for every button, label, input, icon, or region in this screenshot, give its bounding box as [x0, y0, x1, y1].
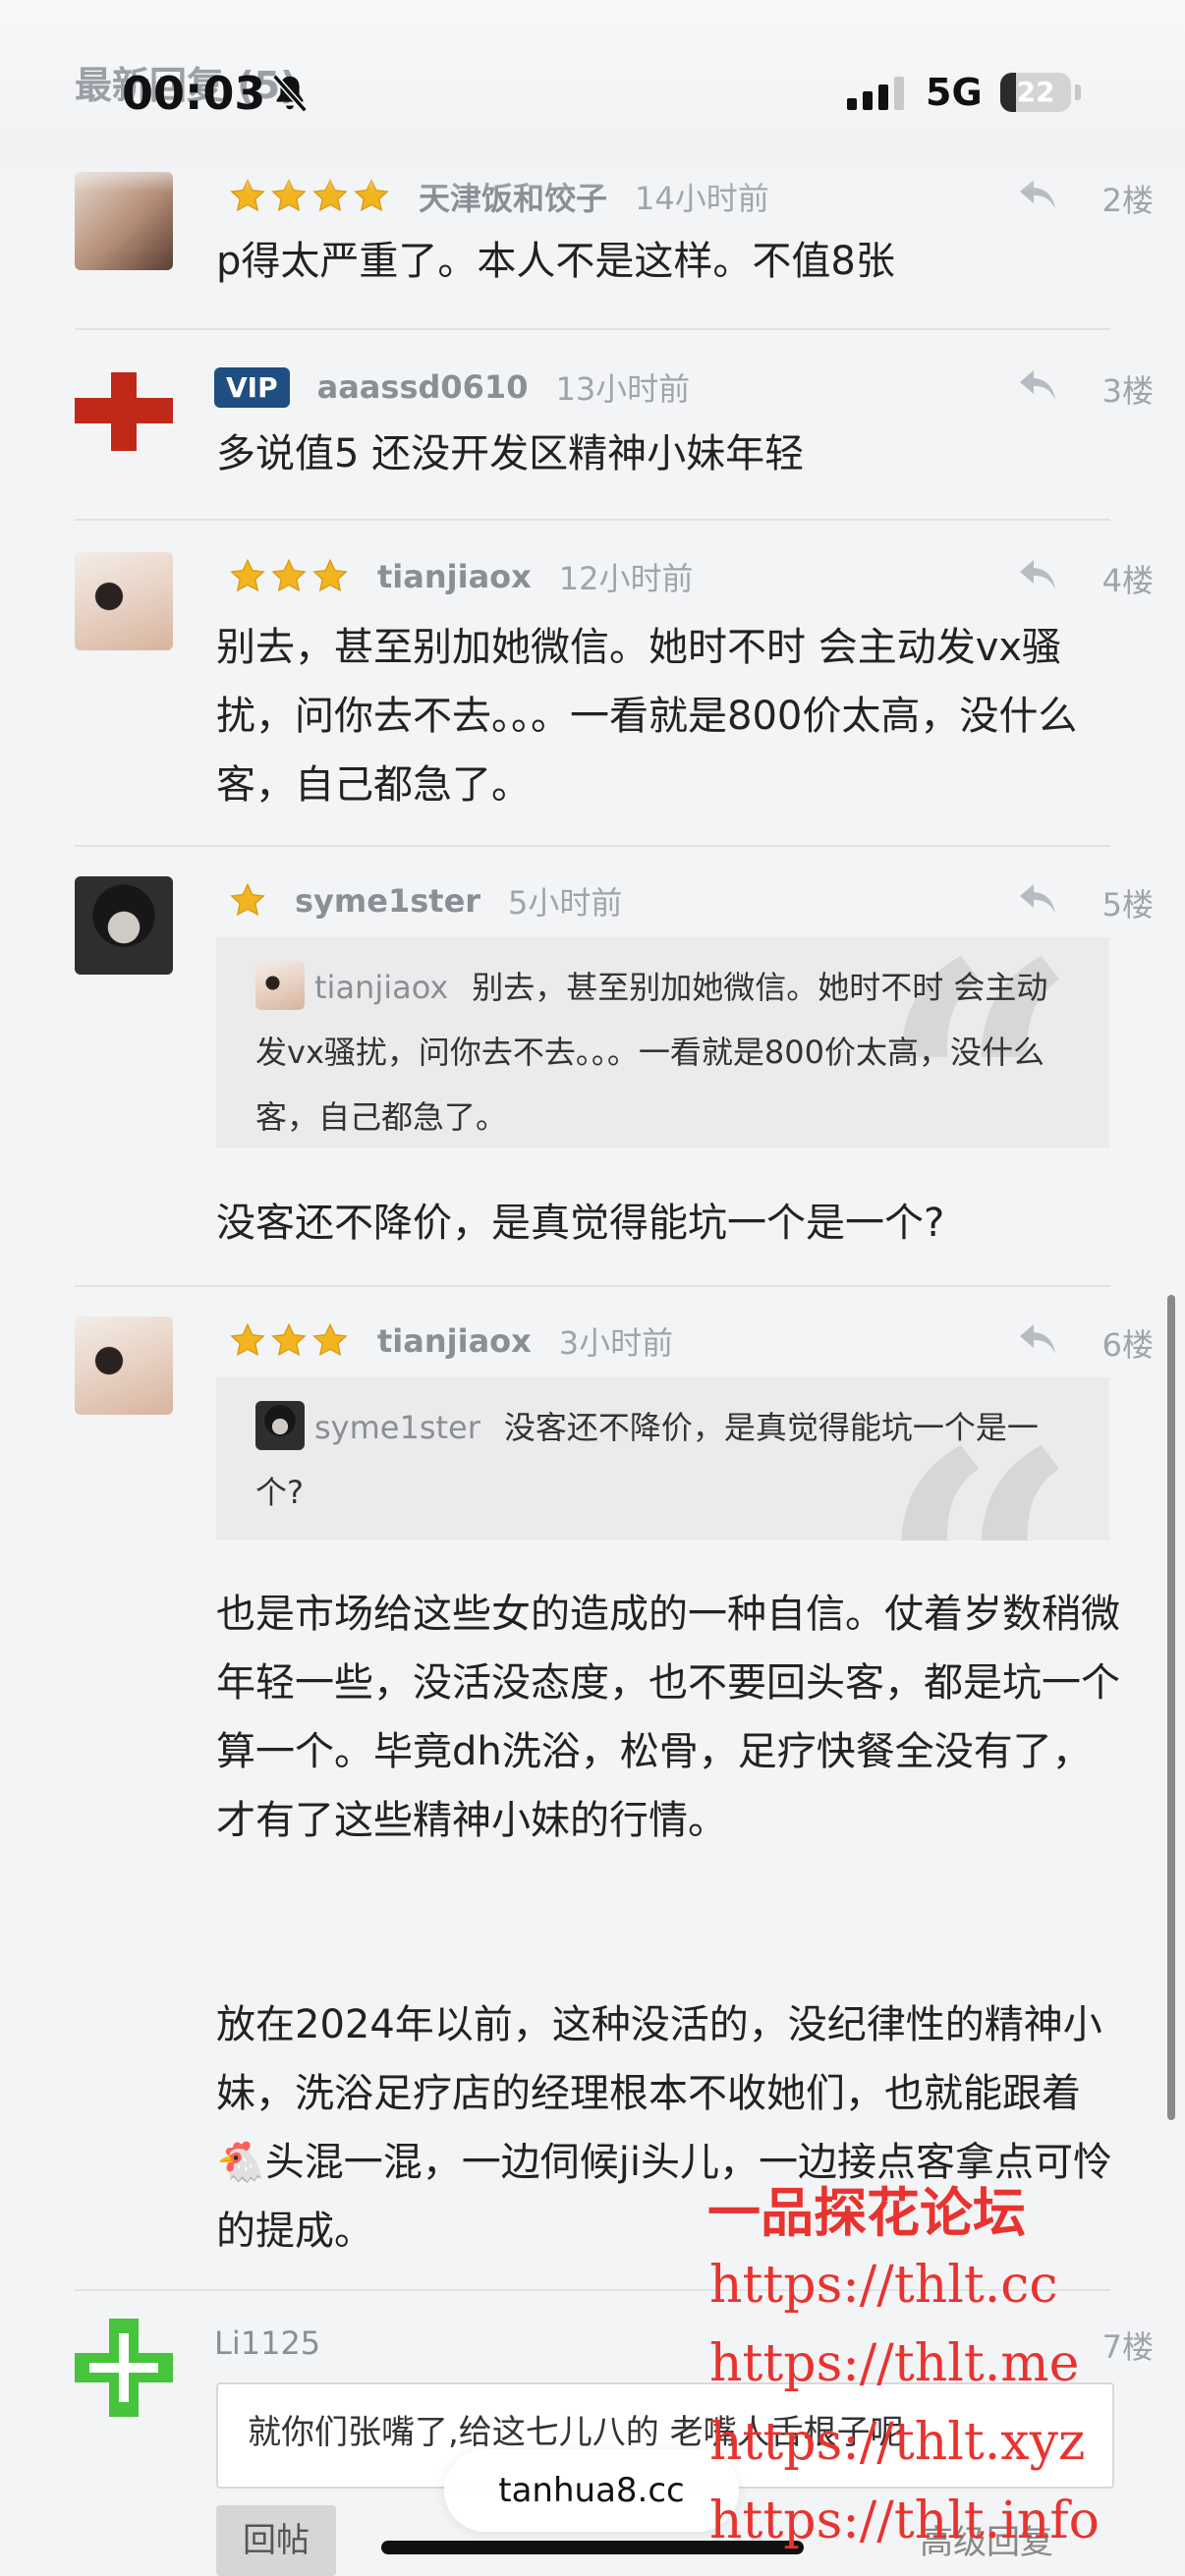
reply-icon[interactable] — [1018, 558, 1057, 591]
browser-address-pill[interactable]: tanhua8.cc — [444, 2449, 739, 2532]
quoted-user-avatar — [255, 961, 305, 1010]
divider — [75, 845, 1110, 847]
post-text: 没客还不降价，是真觉得能坑一个是一个? — [216, 1201, 945, 1246]
cellular-signal-icon — [847, 77, 904, 110]
star-icon — [312, 558, 348, 592]
watermark-url: https://thlt.me — [709, 2334, 1080, 2393]
floor-number: 7楼 — [1101, 2328, 1154, 2366]
watermark-url: https://thlt.xyz — [709, 2413, 1086, 2472]
quoted-user-avatar — [255, 1401, 305, 1450]
rating-stars — [228, 557, 350, 596]
quoted-username[interactable]: tianjiaox — [314, 969, 448, 1006]
post-text-paragraph-1: 也是市场给这些女的造成的一种自信。仗着岁数稍微年轻一些，没活没态度，也不要回头客… — [216, 1592, 1120, 1843]
vip-badge: VIP — [214, 366, 290, 408]
post-text: 多说值5 还没开发区精神小妹年轻 — [216, 431, 805, 476]
star-icon — [312, 1322, 348, 1357]
reply-icon[interactable] — [1018, 368, 1057, 402]
star-icon — [230, 558, 265, 592]
username[interactable]: Li1125 — [214, 2324, 320, 2362]
divider — [75, 1285, 1110, 1287]
silent-bell-icon — [272, 74, 308, 113]
post-text: 别去，甚至别加她微信。她时不时 会主动发vx骚扰，问你去不去。。。一看就是800… — [216, 625, 1078, 808]
battery-icon: 22 — [1000, 73, 1071, 112]
star-icon — [230, 1322, 265, 1357]
divider — [75, 519, 1110, 521]
username[interactable]: tianjiaox — [377, 1322, 532, 1360]
floor-number: 4楼 — [1101, 562, 1154, 599]
avatar[interactable] — [75, 1316, 173, 1415]
post-time: 13小时前 — [555, 370, 691, 408]
star-icon — [271, 1322, 307, 1357]
battery-cap — [1075, 84, 1081, 100]
divider — [75, 328, 1110, 330]
quoted-username[interactable]: syme1ster — [314, 1409, 480, 1446]
reply-icon[interactable] — [1018, 1322, 1057, 1356]
clock: 00:03 — [122, 67, 266, 120]
floor-number: 3楼 — [1101, 372, 1154, 410]
quoted-reply: “ syme1ster没客还不降价，是真觉得能坑一个是一个? — [216, 1377, 1109, 1540]
quoted-reply: “ tianjiaox 别去，甚至别加她微信。她时不时 会主动发vx骚扰，问你去不… — [216, 937, 1109, 1148]
username[interactable]: aaassd0610 — [317, 368, 529, 406]
green-cross-avatar-icon[interactable] — [75, 2319, 173, 2417]
post-time: 12小时前 — [558, 560, 694, 597]
avatar[interactable] — [75, 552, 173, 650]
rating-stars — [228, 1321, 350, 1361]
red-cross-avatar-icon[interactable] — [75, 363, 173, 461]
star-icon — [230, 882, 265, 917]
star-icon — [271, 558, 307, 592]
network-type: 5G — [926, 71, 983, 114]
floor-number: 5楼 — [1101, 886, 1154, 924]
floor-number: 6楼 — [1101, 1326, 1154, 1364]
reply-icon[interactable] — [1018, 882, 1057, 916]
status-bar: 最新回复 (5) 00:03 5G 22 — [0, 0, 1185, 192]
watermark-url: https://thlt.cc — [709, 2256, 1058, 2315]
rating-stars — [228, 881, 267, 921]
avatar[interactable] — [75, 876, 173, 975]
post-time: 3小时前 — [558, 1324, 674, 1362]
scrollbar[interactable] — [1167, 1295, 1175, 2120]
post-reply-button[interactable]: 回帖 — [216, 2505, 336, 2576]
post-text: p得太严重了。本人不是这样。不值8张 — [216, 239, 895, 284]
battery-percent: 22 — [1016, 76, 1055, 108]
watermark-title: 一品探花论坛 — [707, 2181, 1026, 2244]
post-time: 5小时前 — [508, 884, 623, 922]
username[interactable]: syme1ster — [295, 882, 480, 920]
username[interactable]: tianjiaox — [377, 558, 532, 595]
watermark-url: https://thlt.info — [709, 2492, 1100, 2550]
